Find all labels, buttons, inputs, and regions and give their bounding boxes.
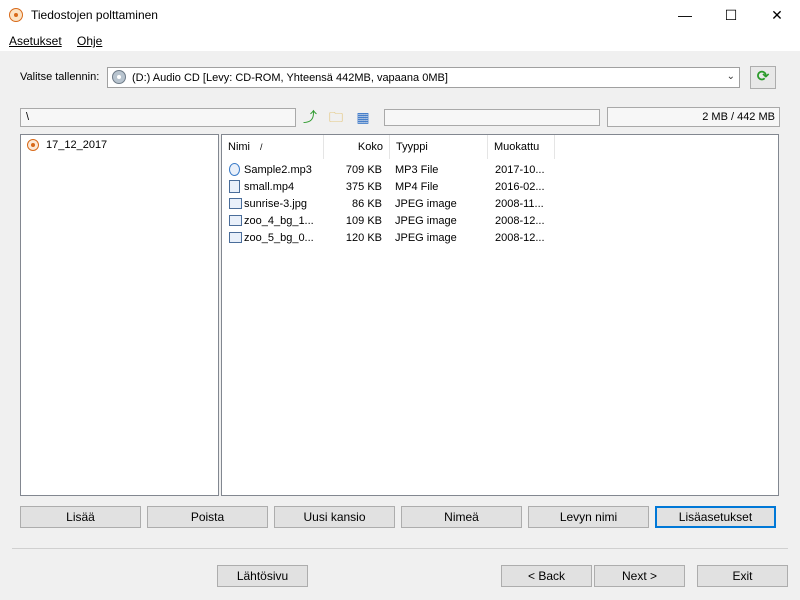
disc-app-icon [9,8,23,22]
table-row[interactable]: zoo_4_bg_1... 109 KB JPEG image 2008-12.… [226,213,566,230]
file-name: zoo_4_bg_1... [244,215,314,227]
file-name: zoo_5_bg_0... [244,232,314,244]
file-size: 375 KB [345,181,382,193]
menu-ohje[interactable]: Ohje [77,34,102,48]
column-header-modified[interactable]: Muokattu [488,135,555,159]
disc-name-button[interactable]: Levyn nimi [528,506,649,528]
maximize-button[interactable]: ☐ [708,0,754,31]
file-modified: 2008-12... [495,232,545,244]
recorder-label: Valitse tallennin: [20,71,100,83]
file-size: 120 KB [345,232,382,244]
disc-icon [27,139,39,151]
menu-asetukset-label: Asetukset [9,34,62,48]
file-modified: 2008-12... [495,215,545,227]
video-file-icon [229,180,240,193]
column-header-name[interactable]: Nimi / [222,135,324,159]
file-name: Sample2.mp3 [244,164,312,176]
home-button[interactable]: Lähtösivu [217,565,308,587]
exit-button[interactable]: Exit [697,565,788,587]
capacity-readout: 2 MB / 442 MB [607,107,780,127]
open-folder-icon[interactable]: 🗀 [327,108,345,126]
chevron-down-icon[interactable]: ⌄ [727,71,735,82]
file-name: small.mp4 [244,181,295,193]
tree-item-label: 17_12_2017 [46,139,108,151]
advanced-settings-button[interactable]: Lisäasetukset [655,506,776,528]
table-row[interactable]: zoo_5_bg_0... 120 KB JPEG image 2008-12.… [226,230,566,247]
capacity-progress-bar [384,109,600,126]
sort-indicator-icon: / [260,142,263,152]
file-name: sunrise-3.jpg [244,198,307,210]
image-file-icon [229,232,242,243]
minimize-button[interactable]: — [662,0,708,31]
table-row[interactable]: Sample2.mp3 709 KB MP3 File 2017-10... [226,162,566,179]
cd-drive-icon [112,70,126,84]
table-row[interactable]: sunrise-3.jpg 86 KB JPEG image 2008-11..… [226,196,566,213]
menu-ohje-label: Ohje [77,34,103,48]
file-list[interactable]: Nimi / Koko Tyyppi Muokattu Sample2.mp3 … [221,134,779,496]
file-type: JPEG image [395,215,457,227]
refresh-button[interactable]: ⟳ [750,66,776,89]
rename-button[interactable]: Nimeä [401,506,522,528]
capacity-text: 2 MB / 442 MB [702,111,775,123]
file-type: JPEG image [395,198,457,210]
next-button[interactable]: Next > [594,565,685,587]
image-file-icon [229,215,242,226]
window-title: Tiedostojen polttaminen [31,8,158,22]
file-type: MP3 File [395,164,439,176]
view-mode-icon[interactable]: ▦ [354,108,372,126]
audio-file-icon [229,163,240,176]
menu-bar: Asetukset Ohje [0,31,800,52]
file-size: 86 KB [352,198,382,210]
new-folder-button[interactable]: Uusi kansio [274,506,395,528]
file-modified: 2017-10... [495,164,545,176]
column-header-size[interactable]: Koko [324,135,390,159]
close-button[interactable]: ✕ [754,0,800,31]
remove-button[interactable]: Poista [147,506,268,528]
back-button[interactable]: < Back [501,565,592,587]
recorder-selected-text: (D:) Audio CD [Levy: CD-ROM, Yhteensä 44… [132,72,448,84]
file-type: JPEG image [395,232,457,244]
add-button[interactable]: Lisää [20,506,141,528]
file-size: 109 KB [345,215,382,227]
title-bar: Tiedostojen polttaminen — ☐ ✕ [0,0,800,31]
divider [12,548,788,549]
recorder-select[interactable]: (D:) Audio CD [Levy: CD-ROM, Yhteensä 44… [107,67,740,88]
path-text: \ [26,111,30,123]
column-name-label: Nimi [228,141,250,153]
table-row[interactable]: small.mp4 375 KB MP4 File 2016-02... [226,179,566,196]
tree-item[interactable]: 17_12_2017 [21,135,218,155]
path-field[interactable]: \ [20,108,296,127]
file-modified: 2008-11... [495,198,544,210]
file-modified: 2016-02... [495,181,545,193]
column-header-type[interactable]: Tyyppi [390,135,488,159]
menu-asetukset[interactable]: Asetukset [9,34,62,48]
file-size: 709 KB [345,164,382,176]
refresh-icon: ⟳ [756,68,770,85]
folder-up-icon[interactable]: ⤴ [301,108,319,126]
image-file-icon [229,198,242,209]
file-type: MP4 File [395,181,439,193]
folder-tree[interactable]: 17_12_2017 [20,134,219,496]
